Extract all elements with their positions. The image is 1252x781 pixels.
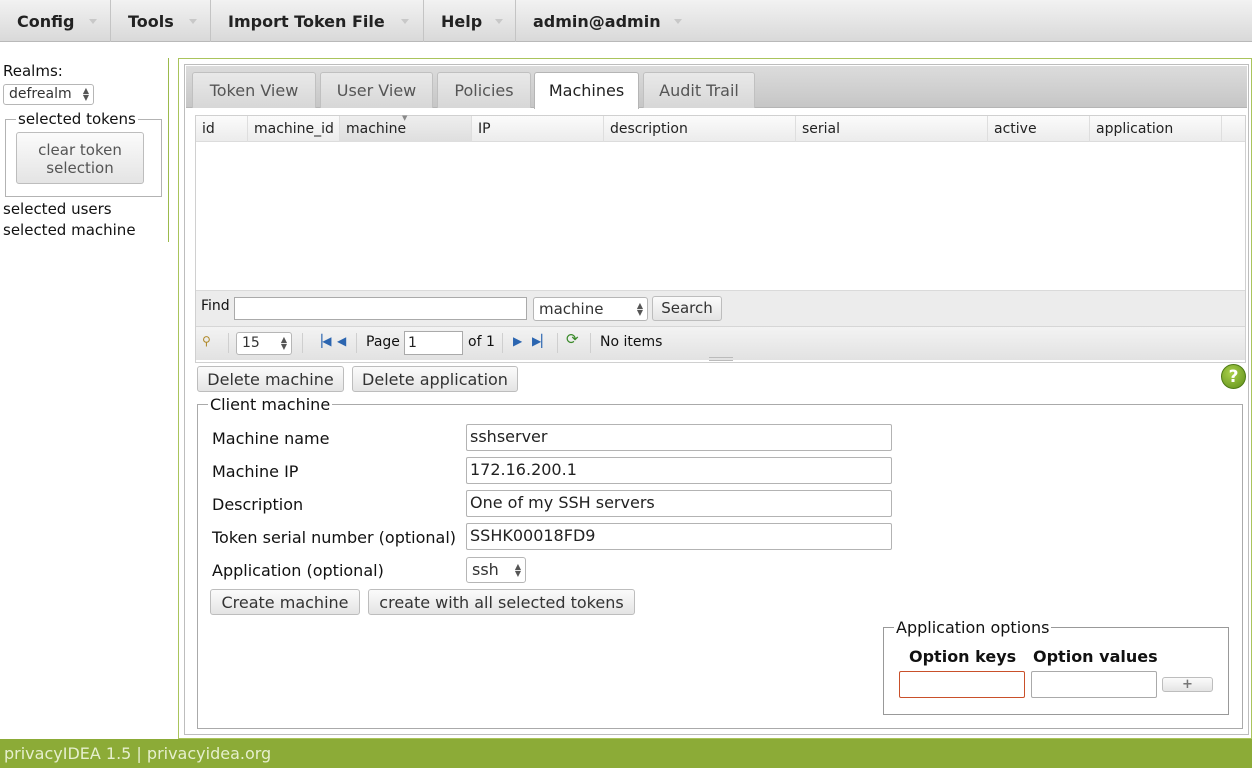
tab-policies[interactable]: Policies [437, 72, 531, 108]
machine-name-label: Machine name [212, 429, 330, 448]
pager-bar [196, 326, 1245, 360]
machine-ip-input[interactable]: 172.16.200.1 [466, 457, 892, 484]
pager-divider [557, 333, 558, 353]
application-select[interactable]: ssh ▲ ▼ [466, 557, 526, 583]
page-label: Page [366, 334, 400, 350]
column-header-active[interactable]: active [988, 116, 1090, 142]
option-key-input[interactable] [899, 671, 1025, 698]
realms-label: Realms: [3, 62, 63, 80]
column-header-machine-id[interactable]: machine_id [248, 116, 340, 142]
search-icon[interactable]: ⚲ [202, 334, 211, 348]
search-button[interactable]: Search [652, 296, 722, 321]
clear-button-line2: selection [46, 159, 114, 177]
find-label: Find [201, 298, 230, 314]
option-values-header: Option values [1033, 647, 1158, 666]
previous-page-icon[interactable]: ◀ [337, 334, 346, 348]
menu-config-label: Config [17, 12, 75, 31]
option-value-input[interactable] [1031, 671, 1157, 698]
sidebar-divider [168, 58, 169, 242]
tab-machines[interactable]: Machines [534, 72, 639, 109]
resize-handle[interactable] [709, 357, 733, 361]
application-options-legend: Application options [896, 618, 1050, 637]
menu-help[interactable]: Help [424, 0, 516, 42]
realm-select[interactable]: defrealm ▲ ▼ [3, 84, 94, 105]
tab-audit-trail[interactable]: Audit Trail [643, 72, 755, 108]
page-count-label: of 1 [468, 334, 495, 350]
select-arrows-icon: ▲ ▼ [514, 562, 521, 578]
realm-select-value: defrealm [9, 86, 72, 102]
selected-machine-label: selected machine [3, 221, 136, 239]
tab-user-view[interactable]: User View [320, 72, 433, 108]
application-options-fieldset: Application options [883, 618, 1229, 715]
machine-name-input[interactable]: sshserver [466, 424, 892, 451]
menu-config[interactable]: Config [0, 0, 111, 42]
selected-users-label: selected users [3, 200, 112, 218]
machine-ip-label: Machine IP [212, 462, 299, 481]
column-header-application[interactable]: application [1090, 116, 1222, 142]
application-select-value: ssh [472, 560, 499, 579]
create-machine-button[interactable]: Create machine [210, 589, 360, 615]
pager-divider [356, 333, 357, 353]
clear-token-selection-button[interactable]: clear token selection [16, 132, 144, 184]
create-with-selected-tokens-button[interactable]: create with all selected tokens [368, 589, 635, 615]
footer-text: privacyIDEA 1.5 | privacyidea.org [4, 744, 272, 763]
column-header-id[interactable]: id [196, 116, 248, 142]
pager-divider [590, 333, 591, 353]
client-machine-legend: Client machine [210, 395, 331, 414]
select-arrows-icon: ▲ ▼ [82, 86, 89, 102]
menu-tools-label: Tools [128, 12, 174, 31]
column-header-serial[interactable]: serial [796, 116, 988, 142]
column-header-description[interactable]: description [604, 116, 796, 142]
pager-divider [228, 333, 229, 353]
select-arrows-icon: ▲ ▼ [636, 301, 643, 317]
chevron-down-icon [189, 19, 197, 24]
per-page-value: 15 [242, 335, 260, 351]
top-menu-bar: Config Tools Import Token File Help admi… [0, 0, 1252, 42]
pager-divider [502, 333, 503, 353]
application-label: Application (optional) [212, 561, 384, 580]
menu-user-label: admin@admin [533, 12, 661, 31]
delete-application-button[interactable]: Delete application [352, 366, 518, 392]
next-page-icon[interactable]: ▶ [513, 334, 522, 348]
search-input[interactable] [234, 297, 527, 320]
clear-button-line1: clear token [38, 141, 122, 159]
menu-import-label: Import Token File [228, 12, 385, 31]
footer: privacyIDEA 1.5 | privacyidea.org [0, 739, 1252, 768]
search-field-value: machine [539, 300, 604, 318]
column-header-ip[interactable]: IP [472, 116, 604, 142]
sort-arrow-icon: ▼ [402, 114, 408, 122]
token-serial-label: Token serial number (optional) [212, 528, 457, 547]
add-option-button[interactable]: + [1162, 677, 1213, 692]
menu-help-label: Help [441, 12, 483, 31]
refresh-icon[interactable]: ⟳ [566, 332, 579, 347]
pager-divider [302, 333, 303, 353]
chevron-down-icon [674, 19, 682, 24]
search-field-select[interactable]: machine ▲ ▼ [533, 297, 648, 321]
description-input[interactable]: One of my SSH servers [466, 490, 892, 517]
chevron-down-icon [401, 19, 409, 24]
first-page-icon[interactable]: ▕◀ [313, 334, 331, 348]
menu-tools[interactable]: Tools [111, 0, 211, 42]
select-arrows-icon: ▲ ▼ [280, 335, 287, 351]
menu-user[interactable]: admin@admin [516, 0, 686, 42]
help-icon[interactable]: ? [1221, 364, 1246, 389]
pager-status: No items [600, 334, 663, 350]
description-label: Description [212, 495, 304, 514]
delete-machine-button[interactable]: Delete machine [197, 366, 344, 392]
chevron-down-icon [89, 19, 97, 24]
menu-import-token-file[interactable]: Import Token File [211, 0, 424, 42]
last-page-icon[interactable]: ▶▏ [532, 334, 550, 348]
page-number-input[interactable]: 1 [404, 331, 463, 355]
tab-token-view[interactable]: Token View [192, 72, 316, 108]
selected-tokens-legend: selected tokens [18, 110, 136, 128]
per-page-select[interactable]: 15 ▲ ▼ [236, 332, 292, 355]
chevron-down-icon [495, 19, 503, 24]
option-keys-header: Option keys [909, 647, 1017, 666]
token-serial-input[interactable]: SSHK00018FD9 [466, 523, 892, 550]
